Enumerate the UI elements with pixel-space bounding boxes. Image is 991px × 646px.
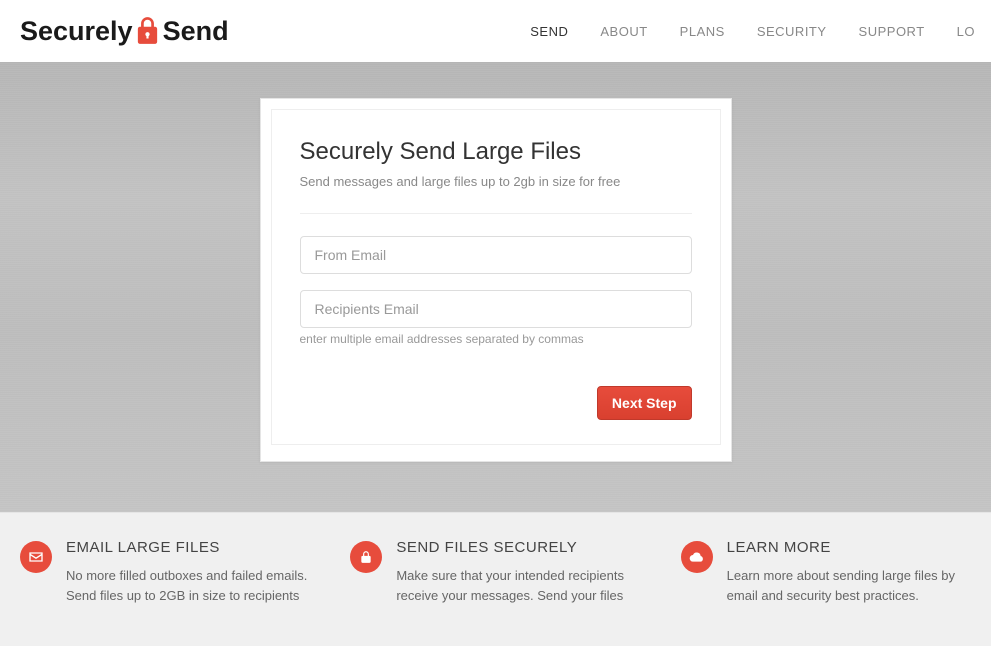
- brand-logo[interactable]: Securely Send: [20, 16, 229, 47]
- cloud-icon: [681, 541, 713, 573]
- form-actions: Next Step: [300, 386, 692, 420]
- brand-word-2: Send: [163, 16, 229, 47]
- feature-body: No more filled outboxes and failed email…: [66, 566, 310, 606]
- recipients-email-input[interactable]: [300, 290, 692, 328]
- from-email-input[interactable]: [300, 236, 692, 274]
- feature-send-securely: SEND FILES SECURELY Make sure that your …: [350, 539, 640, 606]
- lock-icon: [350, 541, 382, 573]
- feature-title: SEND FILES SECURELY: [396, 539, 640, 556]
- card-subtitle: Send messages and large files up to 2gb …: [300, 174, 692, 189]
- feature-content: LEARN MORE Learn more about sending larg…: [727, 539, 971, 606]
- feature-body: Learn more about sending large files by …: [727, 566, 971, 606]
- nav-support[interactable]: SUPPORT: [843, 0, 941, 62]
- send-card: Securely Send Large Files Send messages …: [260, 98, 732, 462]
- feature-content: SEND FILES SECURELY Make sure that your …: [396, 539, 640, 606]
- send-card-inner: Securely Send Large Files Send messages …: [271, 109, 721, 445]
- feature-body: Make sure that your intended recipients …: [396, 566, 640, 606]
- feature-email-large-files: EMAIL LARGE FILES No more filled outboxe…: [20, 539, 310, 606]
- feature-title: LEARN MORE: [727, 539, 971, 556]
- feature-title: EMAIL LARGE FILES: [66, 539, 310, 556]
- feature-learn-more: LEARN MORE Learn more about sending larg…: [681, 539, 971, 606]
- nav-plans[interactable]: PLANS: [664, 0, 741, 62]
- main-nav: SEND ABOUT PLANS SECURITY SUPPORT LO: [514, 0, 991, 62]
- nav-security[interactable]: SECURITY: [741, 0, 843, 62]
- next-step-button[interactable]: Next Step: [597, 386, 692, 420]
- features-section: EMAIL LARGE FILES No more filled outboxe…: [0, 512, 991, 646]
- hero-section: Securely Send Large Files Send messages …: [0, 62, 991, 512]
- nav-send[interactable]: SEND: [514, 0, 584, 62]
- envelope-icon: [20, 541, 52, 573]
- divider: [300, 213, 692, 214]
- nav-about[interactable]: ABOUT: [584, 0, 663, 62]
- feature-content: EMAIL LARGE FILES No more filled outboxe…: [66, 539, 310, 606]
- site-header: Securely Send SEND ABOUT PLANS SECURITY …: [0, 0, 991, 62]
- nav-login[interactable]: LO: [941, 0, 991, 62]
- card-title: Securely Send Large Files: [300, 138, 692, 166]
- lock-icon: [134, 16, 161, 46]
- recipients-help-text: enter multiple email addresses separated…: [300, 332, 692, 346]
- brand-word-1: Securely: [20, 16, 133, 47]
